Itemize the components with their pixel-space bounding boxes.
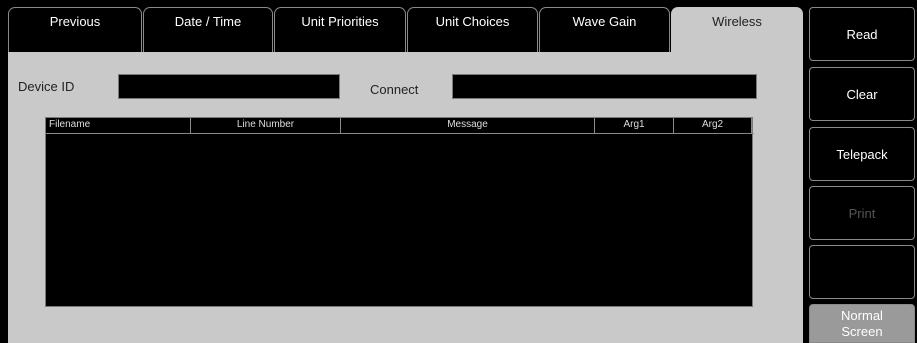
column-header-arg2: Arg2 bbox=[674, 118, 752, 133]
normal-screen-button[interactable]: Normal Screen bbox=[809, 304, 915, 343]
wireless-panel: Device ID Connect Filename Line Number M… bbox=[8, 52, 803, 343]
message-log-table[interactable]: Filename Line Number Message Arg1 Arg2 bbox=[45, 117, 754, 307]
tab-wave-gain[interactable]: Wave Gain bbox=[539, 7, 670, 53]
connect-label: Connect bbox=[370, 82, 419, 97]
connect-value bbox=[453, 75, 756, 83]
tab-unit-choices[interactable]: Unit Choices bbox=[407, 7, 538, 53]
device-id-field[interactable] bbox=[118, 74, 340, 99]
clear-button[interactable]: Clear bbox=[809, 67, 915, 121]
tab-date-time[interactable]: Date / Time bbox=[143, 7, 273, 53]
read-button[interactable]: Read bbox=[809, 7, 915, 61]
device-id-label: Device ID bbox=[18, 79, 75, 94]
device-id-value bbox=[119, 75, 339, 83]
table-header: Filename Line Number Message Arg1 Arg2 bbox=[46, 118, 754, 134]
tab-bar: Previous Date / Time Unit Priorities Uni… bbox=[8, 7, 803, 55]
column-header-message: Message bbox=[341, 118, 595, 133]
column-header-filename: Filename bbox=[46, 118, 191, 133]
telepack-button[interactable]: Telepack bbox=[809, 127, 915, 181]
column-header-arg1: Arg1 bbox=[595, 118, 674, 133]
blank-button[interactable] bbox=[809, 245, 915, 299]
tab-unit-priorities[interactable]: Unit Priorities bbox=[274, 7, 406, 53]
column-header-line-number: Line Number bbox=[191, 118, 341, 133]
print-button[interactable]: Print bbox=[809, 186, 915, 240]
connect-field[interactable] bbox=[452, 74, 757, 99]
tab-wireless[interactable]: Wireless bbox=[671, 7, 803, 55]
tab-previous[interactable]: Previous bbox=[8, 7, 142, 53]
